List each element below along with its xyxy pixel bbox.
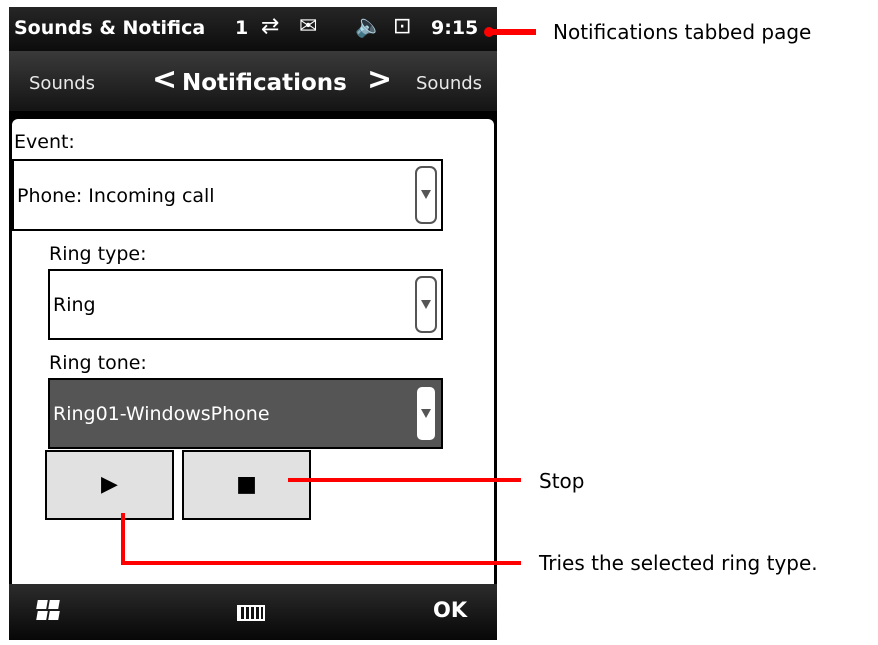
callout-tabbed-page: Notifications tabbed page bbox=[553, 20, 812, 44]
ok-button[interactable]: OK bbox=[433, 598, 467, 622]
event-label: Event: bbox=[14, 131, 75, 153]
ring-type-select[interactable]: Ring bbox=[48, 269, 443, 340]
tab-notifications[interactable]: Notifications bbox=[182, 70, 347, 96]
tab-bar: Sounds < Notifications > Sounds bbox=[9, 51, 497, 111]
callout-line-tries-horizontal bbox=[121, 561, 521, 565]
stop-button[interactable]: ■ bbox=[182, 450, 311, 520]
ring-tone-label: Ring tone: bbox=[49, 352, 147, 374]
window-title: Sounds & Notifica bbox=[14, 17, 206, 39]
device-screen: Sounds & Notifica 1 ⇄ ✉ 🔈 ⊡ 9:15 Sounds … bbox=[9, 7, 497, 640]
clock: 9:15 bbox=[431, 17, 479, 39]
sync-arrows-icon: ⇄ bbox=[261, 14, 280, 39]
chevron-down-icon[interactable] bbox=[415, 166, 437, 224]
event-select[interactable]: Phone: Incoming call bbox=[12, 159, 443, 231]
chevron-down-icon[interactable] bbox=[415, 385, 437, 442]
event-value: Phone: Incoming call bbox=[17, 185, 215, 207]
chevron-left-icon[interactable]: < bbox=[152, 63, 177, 97]
keyboard-icon[interactable] bbox=[237, 605, 265, 621]
callout-stop: Stop bbox=[539, 469, 585, 493]
message-icon: ✉ bbox=[299, 14, 318, 39]
ring-type-label: Ring type: bbox=[49, 243, 147, 265]
battery-plug-icon: ⊡ bbox=[393, 14, 412, 39]
signal-indicator: 1 bbox=[235, 17, 249, 39]
ring-tone-select[interactable]: Ring01-WindowsPhone bbox=[48, 378, 443, 449]
callout-tries: Tries the selected ring type. bbox=[539, 551, 818, 575]
status-bar[interactable]: Sounds & Notifica 1 ⇄ ✉ 🔈 ⊡ 9:15 bbox=[9, 7, 497, 51]
chevron-down-icon[interactable] bbox=[415, 276, 437, 333]
play-icon: ▶ bbox=[101, 472, 118, 497]
callout-dot-tabbed-page bbox=[484, 27, 494, 37]
tab-sounds-next[interactable]: Sounds bbox=[416, 73, 482, 94]
callout-line-tries-vertical bbox=[121, 513, 125, 564]
soft-key-bar: OK bbox=[9, 584, 497, 640]
callout-line-stop bbox=[288, 478, 521, 482]
windows-start-icon[interactable] bbox=[36, 600, 61, 622]
ring-type-value: Ring bbox=[53, 294, 96, 316]
play-button[interactable]: ▶ bbox=[45, 450, 174, 520]
chevron-right-icon[interactable]: > bbox=[367, 63, 392, 97]
ring-tone-value: Ring01-WindowsPhone bbox=[53, 403, 270, 425]
tab-sounds-previous[interactable]: Sounds bbox=[29, 73, 95, 94]
stop-icon: ■ bbox=[236, 472, 257, 497]
speaker-muted-icon: 🔈 bbox=[355, 14, 383, 39]
